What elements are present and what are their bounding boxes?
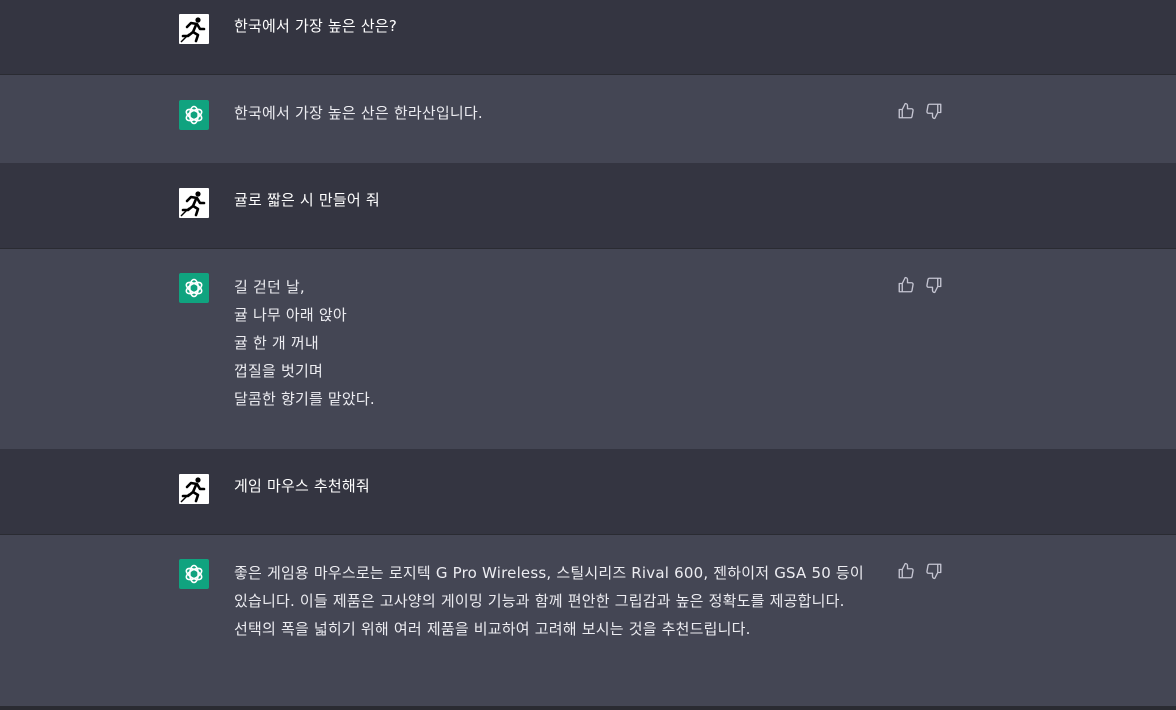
openai-logo-icon [185, 105, 203, 125]
thumbs-up-icon [898, 562, 914, 579]
user-avatar [179, 188, 209, 218]
thumbs-down-icon [926, 563, 942, 580]
user-message: 한국에서 가장 높은 산은? [0, 0, 1176, 74]
thumbs-down-button[interactable] [925, 562, 943, 580]
openai-logo-icon [185, 278, 203, 298]
thumbs-down-icon [926, 277, 942, 294]
poem-line: 길 걷던 날, [234, 278, 305, 296]
user-message: 게임 마우스 추천해줘 [0, 449, 1176, 534]
assistant-message: 길 걷던 날, 귤 나무 아래 앉아 귤 한 개 꺼내 껍질을 벗기며 달콤한 … [0, 249, 1176, 449]
user-message-text: 한국에서 가장 높은 산은? [234, 17, 398, 35]
runner-icon [180, 191, 206, 217]
thumbs-up-icon [898, 102, 914, 119]
assistant-poem: 길 걷던 날, 귤 나무 아래 앉아 귤 한 개 꺼내 껍질을 벗기며 달콤한 … [234, 273, 375, 413]
user-message-text: 게임 마우스 추천해줘 [234, 477, 370, 495]
assistant-message: 한국에서 가장 높은 산은 한라산입니다. [0, 75, 1176, 163]
user-message: 귤로 짧은 시 만들어 줘 [0, 163, 1176, 248]
user-avatar [179, 14, 209, 44]
assistant-avatar [179, 100, 209, 130]
assistant-message-text: 한국에서 가장 높은 산은 한라산입니다. [234, 104, 483, 122]
poem-line: 껍질을 벗기며 [234, 362, 323, 380]
bottom-border [0, 706, 1176, 710]
assistant-avatar [179, 273, 209, 303]
feedback-actions [897, 562, 945, 580]
runner-icon [180, 477, 206, 503]
thumbs-down-icon [926, 103, 942, 120]
thumbs-up-button[interactable] [897, 562, 915, 580]
user-avatar [179, 474, 209, 504]
assistant-message-text: 좋은 게임용 마우스로는 로지텍 G Pro Wireless, 스틸시리즈 R… [234, 564, 864, 638]
thumbs-up-button[interactable] [897, 102, 915, 120]
poem-line: 달콤한 향기를 맡았다. [234, 390, 375, 408]
runner-icon [180, 17, 206, 43]
assistant-avatar [179, 559, 209, 589]
assistant-message: 좋은 게임용 마우스로는 로지텍 G Pro Wireless, 스틸시리즈 R… [0, 535, 1176, 706]
thumbs-up-button[interactable] [897, 276, 915, 294]
chat-thread: 한국에서 가장 높은 산은? 한국에서 가장 높은 산은 한라산입니다. 귤로 … [0, 0, 1176, 710]
openai-logo-icon [185, 564, 203, 584]
poem-line: 귤 한 개 꺼내 [234, 334, 319, 352]
thumbs-down-button[interactable] [925, 276, 943, 294]
feedback-actions [897, 102, 945, 120]
feedback-actions [897, 276, 945, 294]
thumbs-down-button[interactable] [925, 102, 943, 120]
thumbs-up-icon [898, 276, 914, 293]
user-message-text: 귤로 짧은 시 만들어 줘 [234, 191, 380, 209]
poem-line: 귤 나무 아래 앉아 [234, 306, 347, 324]
